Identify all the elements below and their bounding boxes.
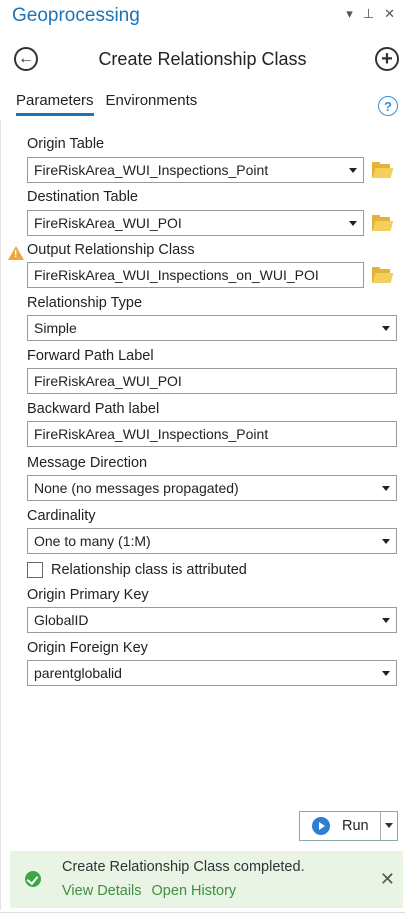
close-icon[interactable]: ✕ [380, 869, 395, 890]
panel-header: Geoprocessing ▾ ⊥ ✕ [0, 0, 405, 32]
output-relationship-class-input[interactable]: FireRiskArea_WUI_Inspections_on_WUI_POI [27, 262, 364, 288]
destination-table-label: Destination Table [27, 189, 138, 205]
origin-table-value: FireRiskArea_WUI_Inspections_Point [34, 162, 269, 178]
chevron-down-icon [382, 671, 390, 676]
message-direction-label: Message Direction [27, 455, 148, 471]
origin-table-label: Origin Table [27, 136, 105, 152]
check-circle-icon [25, 871, 41, 887]
panel-title: Geoprocessing [12, 5, 140, 26]
output-relationship-class-label: Output Relationship Class [27, 242, 195, 258]
chevron-down-icon [382, 539, 390, 544]
chevron-down-icon [382, 326, 390, 331]
relationship-type-label: Relationship Type [27, 295, 143, 311]
cardinality-label: Cardinality [27, 508, 96, 524]
chevron-down-icon [382, 618, 390, 623]
bottom-divider [0, 912, 405, 913]
relationship-type-dropdown[interactable]: Simple [27, 315, 397, 341]
tab-environments[interactable]: Environments [106, 92, 198, 116]
forward-path-label-input[interactable]: FireRiskArea_WUI_POI [27, 368, 397, 394]
output-relationship-class-value: FireRiskArea_WUI_Inspections_on_WUI_POI [34, 267, 319, 283]
message-direction-dropdown[interactable]: None (no messages propagated) [27, 475, 397, 501]
folder-open-icon[interactable] [372, 215, 394, 231]
chevron-down-icon [349, 168, 357, 173]
forward-path-label-value: FireRiskArea_WUI_POI [34, 373, 182, 389]
plus-circle-icon[interactable]: + [375, 47, 399, 71]
forward-path-label-label: Forward Path Label [27, 348, 154, 364]
status-bar: Create Relationship Class completed. Vie… [10, 851, 403, 908]
pin-icon[interactable]: ⊥ [363, 6, 374, 22]
tool-nav: ← Create Relationship Class + [0, 40, 405, 78]
origin-foreign-key-label: Origin Foreign Key [27, 640, 148, 656]
chevron-down-icon[interactable]: ▾ [346, 6, 353, 22]
run-button[interactable]: Run [299, 811, 398, 841]
backward-path-label-label: Backward Path label [27, 401, 160, 417]
play-icon [312, 817, 330, 835]
warning-icon-mark: ! [14, 249, 18, 260]
chevron-down-icon [382, 486, 390, 491]
origin-primary-key-label: Origin Primary Key [27, 587, 149, 603]
backward-path-label-value: FireRiskArea_WUI_Inspections_Point [34, 426, 269, 442]
open-history-link[interactable]: Open History [152, 883, 237, 899]
origin-table-dropdown[interactable]: FireRiskArea_WUI_Inspections_Point [27, 157, 364, 183]
cardinality-dropdown[interactable]: One to many (1:M) [27, 528, 397, 554]
attributed-checkbox[interactable] [27, 562, 43, 578]
status-links: View Details Open History [62, 883, 236, 899]
run-options-dropdown[interactable] [380, 812, 397, 840]
run-button-label: Run [342, 818, 369, 834]
tool-title: Create Relationship Class [98, 49, 307, 69]
folder-open-icon[interactable] [372, 267, 394, 283]
status-message: Create Relationship Class completed. [62, 859, 305, 875]
tab-parameters[interactable]: Parameters [16, 92, 94, 116]
message-direction-value: None (no messages propagated) [34, 480, 239, 496]
chevron-down-icon [349, 221, 357, 226]
relationship-type-value: Simple [34, 320, 77, 336]
help-icon[interactable]: ? [378, 96, 398, 116]
backward-path-label-input[interactable]: FireRiskArea_WUI_Inspections_Point [27, 421, 397, 447]
origin-foreign-key-value: parentglobalid [34, 665, 122, 681]
tab-bar: Parameters Environments [16, 92, 197, 116]
parameters-form: Origin Table FireRiskArea_WUI_Inspection… [0, 120, 405, 810]
destination-table-dropdown[interactable]: FireRiskArea_WUI_POI [27, 210, 364, 236]
origin-primary-key-value: GlobalID [34, 612, 89, 628]
panel-header-icons: ▾ ⊥ ✕ [346, 6, 395, 22]
destination-table-value: FireRiskArea_WUI_POI [34, 215, 182, 231]
origin-foreign-key-dropdown[interactable]: parentglobalid [27, 660, 397, 686]
origin-primary-key-dropdown[interactable]: GlobalID [27, 607, 397, 633]
folder-open-icon[interactable] [372, 162, 394, 178]
view-details-link[interactable]: View Details [62, 883, 142, 899]
close-icon[interactable]: ✕ [384, 6, 395, 22]
cardinality-value: One to many (1:M) [34, 533, 151, 549]
attributed-checkbox-label: Relationship class is attributed [51, 562, 247, 578]
